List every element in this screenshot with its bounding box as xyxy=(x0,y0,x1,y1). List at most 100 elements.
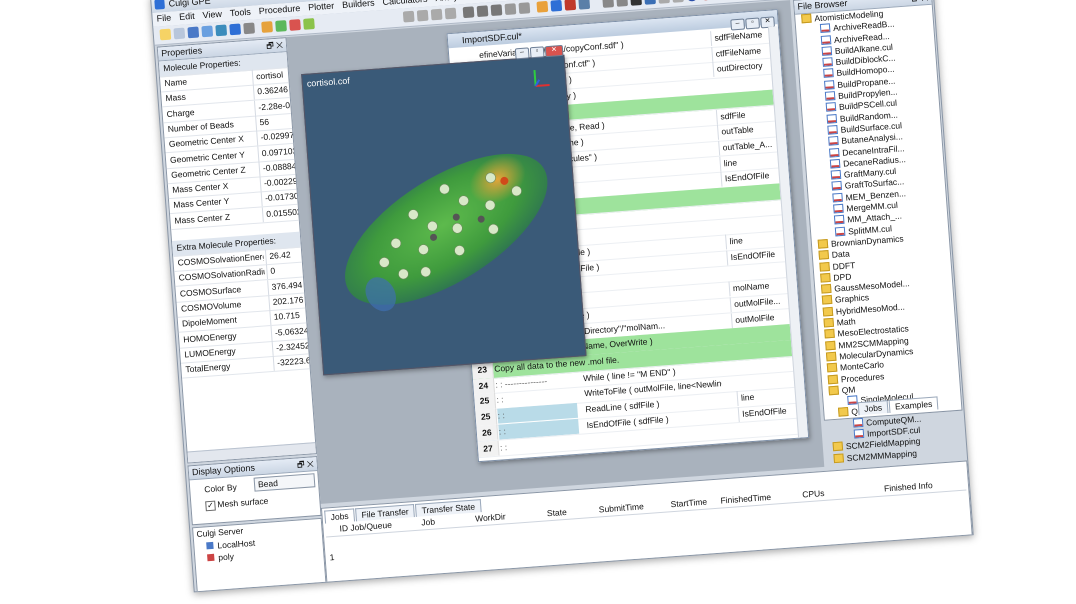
menu-item-plotter[interactable]: Plotter xyxy=(304,0,339,14)
server-icon xyxy=(207,553,215,562)
jobs-column-header[interactable]: State xyxy=(547,507,568,518)
server-host-label: LocalHost xyxy=(217,537,256,551)
view-icon[interactable] xyxy=(201,25,214,38)
save-icon[interactable] xyxy=(275,20,287,32)
electrostatic-surface xyxy=(345,153,548,305)
tools-icon[interactable] xyxy=(616,0,629,7)
folder-icon xyxy=(817,238,829,249)
globe-icon[interactable] xyxy=(229,23,242,36)
close-tool-icon[interactable] xyxy=(630,0,642,6)
menu-item-view[interactable]: View xyxy=(198,8,226,22)
cul-file-icon xyxy=(821,46,833,56)
server-host-label: poly xyxy=(217,551,235,563)
folder-icon xyxy=(832,441,844,452)
jobs-column-header[interactable]: SubmitTime xyxy=(598,501,644,514)
cul-file-icon xyxy=(831,181,843,192)
jobs-row-number: 1 xyxy=(329,552,335,563)
tool-icon[interactable] xyxy=(289,19,301,31)
folder-icon xyxy=(828,385,840,396)
scale-icon[interactable] xyxy=(444,7,457,20)
translate-icon[interactable] xyxy=(430,8,443,21)
script-editor-title: ImportSDF.cul* xyxy=(461,30,523,46)
property-value: -32223.6 xyxy=(272,353,310,372)
menu-item-file[interactable]: File xyxy=(152,11,175,25)
folder-icon xyxy=(801,13,812,24)
element-o-icon[interactable] xyxy=(700,0,712,1)
file-browser-tab-jobs[interactable]: Jobs xyxy=(857,400,889,416)
server-host-item[interactable]: poly xyxy=(207,550,257,566)
line-number: 25 xyxy=(474,393,497,411)
move-icon[interactable] xyxy=(402,10,415,23)
menu-item-builders[interactable]: Builders xyxy=(338,0,379,11)
cul-file-icon xyxy=(853,428,865,439)
folder-icon xyxy=(819,261,830,272)
menu-item-procedure[interactable]: Procedure xyxy=(254,2,304,18)
display-options-title: Display Options xyxy=(191,462,256,478)
jobs-column-header[interactable]: FinishedTime xyxy=(720,492,771,506)
folder-icon xyxy=(827,374,839,384)
jobs-column-header[interactable]: Job xyxy=(421,517,435,528)
folder-icon[interactable] xyxy=(261,21,273,33)
folder-icon xyxy=(825,340,836,351)
run-icon[interactable] xyxy=(303,18,315,30)
grid-icon[interactable] xyxy=(215,24,228,37)
menu-item-tools[interactable]: Tools xyxy=(225,5,255,19)
molecule-render[interactable] xyxy=(302,56,585,374)
mesh-surface-checkbox[interactable]: ✓ xyxy=(205,500,216,512)
file-browser-panel: File Browser🗗 ✕ AtomisticModelingArchive… xyxy=(793,0,963,463)
culgi-server-panel: Culgi Server LocalHost poly xyxy=(192,517,327,593)
molecule-viewer-window: – ▫ ✕ cortisol.cof xyxy=(300,41,587,376)
jobs-column-header[interactable]: CPUs xyxy=(802,488,825,500)
mdi-workspace: ImportSDF.cul* –▫✕ efineVariable ( "../D… xyxy=(286,0,825,504)
link-icon[interactable] xyxy=(518,2,531,15)
file-browser-tab-examples[interactable]: Examples xyxy=(888,396,939,413)
molecule-icon[interactable] xyxy=(187,26,200,39)
panel-float-close-buttons[interactable]: 🗗 ✕ xyxy=(266,38,284,52)
arrows-icon[interactable] xyxy=(658,0,670,4)
cul-file-icon xyxy=(834,226,846,237)
record-icon[interactable] xyxy=(564,0,577,11)
sphere-icon[interactable] xyxy=(550,0,563,12)
properties-title: Properties xyxy=(160,45,203,59)
measure-icon[interactable] xyxy=(476,5,489,18)
property-value: 0.0155027 xyxy=(261,204,299,223)
select-icon[interactable] xyxy=(462,6,475,19)
color-by-value: Bead xyxy=(257,477,279,490)
element-n-icon[interactable] xyxy=(686,0,698,2)
cul-file-icon xyxy=(824,79,835,90)
folder-icon xyxy=(820,284,832,294)
menu-item-edit[interactable]: Edit xyxy=(175,10,199,24)
jobs-tab-jobs[interactable]: Jobs xyxy=(324,508,355,524)
rotate-icon[interactable] xyxy=(416,9,429,22)
align-icon[interactable] xyxy=(602,0,615,8)
refresh-icon[interactable] xyxy=(672,0,684,3)
folder-icon xyxy=(824,329,835,339)
jobs-column-header[interactable]: StartTime xyxy=(670,497,707,510)
tree-item-label: DDFT xyxy=(832,259,856,272)
file-browser-float-close[interactable]: 🗗 ✕ xyxy=(911,0,929,5)
culgi-server-title: Culgi Server xyxy=(196,525,244,540)
color-by-select[interactable]: Bead xyxy=(253,473,316,492)
new-file-icon[interactable] xyxy=(159,28,172,41)
settings-icon[interactable] xyxy=(243,22,256,35)
line-number: 23 xyxy=(471,361,494,379)
folder-icon xyxy=(826,362,838,373)
display-options-float-close[interactable]: 🗗 ✕ xyxy=(297,457,315,471)
paint-icon[interactable] xyxy=(536,0,549,13)
folder-icon xyxy=(821,295,833,306)
folder-icon xyxy=(833,453,844,463)
open-icon[interactable] xyxy=(173,27,186,40)
bond-icon[interactable] xyxy=(644,0,656,5)
cul-file-icon xyxy=(827,124,838,135)
camera-icon[interactable] xyxy=(578,0,591,10)
jobs-column-header[interactable]: WorkDir xyxy=(475,511,506,523)
folder-icon xyxy=(818,250,830,260)
axis-triad-icon xyxy=(533,69,550,87)
zoom-icon[interactable] xyxy=(490,4,503,17)
delete-icon[interactable] xyxy=(504,3,517,16)
tree-item-label: DPD xyxy=(833,271,852,283)
jobs-column-header[interactable]: Finished Info xyxy=(884,480,933,494)
cul-file-icon xyxy=(828,147,840,158)
folder-icon xyxy=(820,272,831,283)
cul-file-icon xyxy=(828,136,839,146)
